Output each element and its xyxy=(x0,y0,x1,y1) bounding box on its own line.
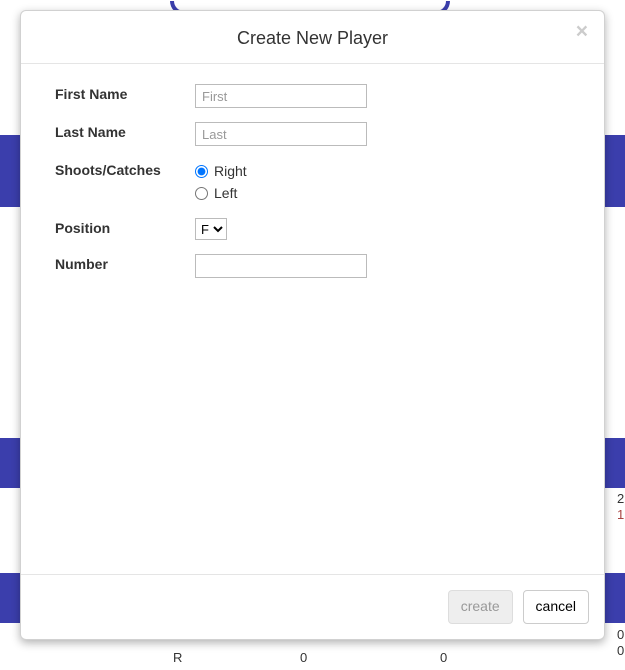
modal-footer: create cancel xyxy=(21,574,604,639)
hand-left-radio[interactable] xyxy=(195,187,208,200)
bg-col: 0 xyxy=(440,650,447,665)
last-name-input[interactable] xyxy=(195,122,367,146)
bg-col: R xyxy=(173,650,182,665)
bg-stat: 0 xyxy=(617,643,624,658)
row-shoots-catches: Shoots/Catches Right Left xyxy=(55,160,570,204)
create-player-modal: × Create New Player First Name Last Name… xyxy=(20,10,605,640)
hand-left-label: Left xyxy=(214,182,237,204)
label-first-name: First Name xyxy=(55,84,195,102)
first-name-input[interactable] xyxy=(195,84,367,108)
label-shoots-catches: Shoots/Catches xyxy=(55,160,195,178)
bg-stat: 2 xyxy=(617,491,624,506)
modal-body: First Name Last Name Shoots/Catches Righ… xyxy=(21,64,604,574)
hand-right-radio[interactable] xyxy=(195,165,208,178)
row-last-name: Last Name xyxy=(55,122,570,146)
row-position: Position F xyxy=(55,218,570,240)
cancel-button[interactable]: cancel xyxy=(523,590,589,624)
close-button[interactable]: × xyxy=(572,21,592,42)
bg-stat: 1 xyxy=(617,507,624,522)
bg-stat: 0 xyxy=(617,627,624,642)
row-number: Number xyxy=(55,254,570,278)
bg-col: 0 xyxy=(300,650,307,665)
modal-title: Create New Player xyxy=(36,26,589,51)
label-number: Number xyxy=(55,254,195,272)
label-last-name: Last Name xyxy=(55,122,195,140)
create-button[interactable]: create xyxy=(448,590,513,624)
hand-right-label: Right xyxy=(214,160,247,182)
label-position: Position xyxy=(55,218,195,236)
number-input[interactable] xyxy=(195,254,367,278)
modal-header: × Create New Player xyxy=(21,11,604,64)
row-first-name: First Name xyxy=(55,84,570,108)
position-select[interactable]: F xyxy=(195,218,227,240)
